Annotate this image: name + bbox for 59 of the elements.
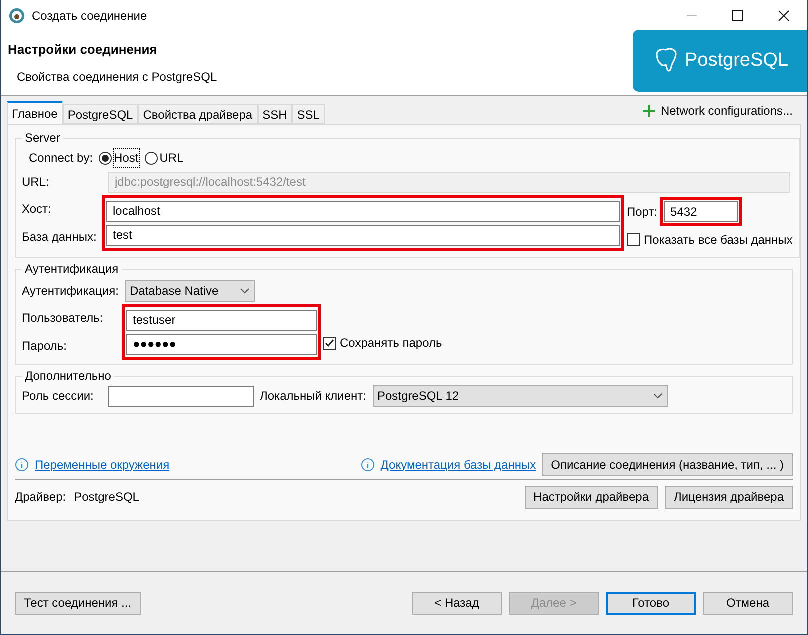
driver-label: Драйвер: [15,489,66,506]
driver-name: PostgreSQL [74,489,140,506]
group-title: Дополнительно [24,368,112,385]
checkbox[interactable] [323,336,336,350]
field-label: Аутентификация: [22,283,120,300]
page-subtitle: Свойства соединения с PostgreSQL [17,68,218,86]
port-field[interactable]: 5432 [664,201,738,222]
tab[interactable]: Свойства драйвера [138,104,258,124]
group-title: Server [24,130,62,147]
page-title: Настройки соединения [8,41,158,59]
group-title: Аутентификация [24,261,120,278]
driver-button[interactable]: Настройки драйвера [524,486,658,508]
info-icon [15,458,29,472]
field-label: Локальный клиент: [260,388,366,405]
checkbox-label: Показать все базы данных [644,232,793,249]
auth-dropdown[interactable]: Database Native [125,280,255,302]
link[interactable]: Документация базы данных [380,456,536,474]
test-connection-button[interactable]: Тест соединения ... [15,592,141,614]
local-client-dropdown[interactable]: PostgreSQL 12 [372,385,668,407]
radio-label: Host [114,149,139,167]
checkbox-label: Сохранять пароль [340,335,442,352]
field-label: База данных: [22,229,98,246]
field-label: Роль сессии: [22,388,95,405]
chevron-down-icon [652,393,662,399]
session-role-field[interactable] [108,386,254,406]
field-label: Порт: [627,204,658,221]
host-field[interactable]: localhost [106,200,620,222]
password-field[interactable]: ●●●●●● [126,334,317,354]
tab[interactable]: Главное [7,101,63,124]
checkbox[interactable] [627,233,640,246]
network-configurations-button[interactable]: Network configurations... [642,102,793,120]
info-icon [360,458,375,472]
radio-button[interactable] [99,152,112,164]
maximize-icon[interactable] [732,10,744,22]
app-icon [9,8,25,24]
tab[interactable]: PostgreSQL [62,104,138,124]
connection-details-button[interactable]: Описание соединения (название, тип, ... ) [542,453,793,476]
field-label: URL: [22,174,50,191]
field-label: Хост: [22,201,52,218]
tab[interactable]: SSH [258,104,292,124]
database-field[interactable]: test [106,224,620,246]
logo-text: PostgreSQL [685,48,788,73]
check-icon [324,338,335,348]
username-field[interactable]: testuser [126,310,317,330]
radio-button[interactable] [144,152,158,164]
dialog-button[interactable]: Готово [606,592,696,614]
link[interactable]: Переменные окружения [35,456,170,474]
driver-button[interactable]: Лицензия драйвера [665,486,793,508]
tab[interactable]: SSL [292,104,325,124]
plus-icon [642,105,655,117]
chevron-down-icon [240,288,250,294]
field-label: Connect by: [29,150,94,167]
field-label: Пароль: [22,338,68,355]
radio-label: URL [160,150,184,167]
window-title: Создать соединение [32,8,148,25]
dialog-button[interactable]: < Назад [412,592,502,614]
close-icon[interactable] [778,10,790,22]
field-label: Пользователь: [22,310,104,327]
dialog-button[interactable]: Отмена [703,592,793,614]
